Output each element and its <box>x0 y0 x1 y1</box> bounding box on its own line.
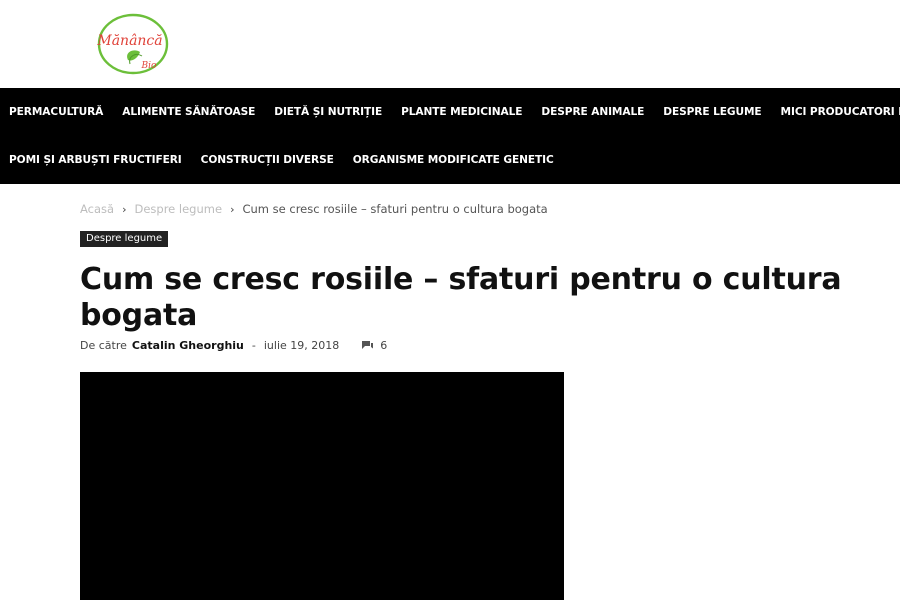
article-meta: De către Catalin Gheorghiu - iulie 19, 2… <box>80 339 387 352</box>
logo-icon: Mănâncă Bio <box>96 13 169 75</box>
category-tag[interactable]: Despre legume <box>80 231 169 247</box>
article-title: Cum se cresc rosiile – sfaturi pentru o … <box>80 262 842 333</box>
breadcrumb-current: Cum se cresc rosiile – sfaturi pentru o … <box>242 202 548 216</box>
main-navigation: PERMACULTURĂ ALIMENTE SĂNĂTOASE DIETĂ ȘI… <box>0 88 900 184</box>
author-label: De către <box>80 339 127 352</box>
nav-item-mici-producatori-bio[interactable]: MICI PRODUCATORI BIO <box>781 106 900 118</box>
nav-item-organisme-modificate[interactable]: ORGANISME MODIFICATE GENETIC <box>353 154 554 166</box>
nav-item-constructii-diverse[interactable]: CONSTRUCȚII DIVERSE <box>201 154 334 166</box>
breadcrumb-category-link[interactable]: Despre legume <box>134 202 222 216</box>
author-link[interactable]: Catalin Gheorghiu <box>132 339 244 352</box>
breadcrumb: Acasă › Despre legume › Cum se cresc ros… <box>80 202 548 216</box>
nav-item-despre-animale[interactable]: DESPRE ANIMALE <box>541 106 644 118</box>
breadcrumb-home-link[interactable]: Acasă <box>80 202 114 216</box>
nav-item-pomi-si-arbusti[interactable]: POMI ȘI ARBUȘTI FRUCTIFERI <box>9 154 182 166</box>
breadcrumb-separator: › <box>230 202 235 216</box>
nav-item-alimente-sanatoase[interactable]: ALIMENTE SĂNĂTOASE <box>122 106 255 118</box>
svg-text:Bio: Bio <box>141 61 157 71</box>
comment-bubble-icon <box>362 341 374 349</box>
nav-row-1: PERMACULTURĂ ALIMENTE SĂNĂTOASE DIETĂ ȘI… <box>0 88 900 136</box>
featured-video[interactable] <box>80 372 564 600</box>
site-header: Mănâncă Bio <box>0 0 900 88</box>
nav-row-2: POMI ȘI ARBUȘTI FRUCTIFERI CONSTRUCȚII D… <box>0 136 900 184</box>
nav-item-despre-legume[interactable]: DESPRE LEGUME <box>663 106 761 118</box>
nav-item-permacultura[interactable]: PERMACULTURĂ <box>9 106 103 118</box>
breadcrumb-separator: › <box>122 202 127 216</box>
publish-date: iulie 19, 2018 <box>263 339 340 352</box>
nav-item-dieta-si-nutritie[interactable]: DIETĂ ȘI NUTRIȚIE <box>274 106 382 118</box>
meta-separator: - <box>251 339 256 352</box>
site-logo[interactable]: Mănâncă Bio <box>94 12 172 76</box>
comments-link[interactable]: 6 <box>361 339 387 352</box>
comments-count: 6 <box>380 339 388 352</box>
svg-text:Mănâncă: Mănâncă <box>96 33 162 49</box>
nav-item-plante-medicinale[interactable]: PLANTE MEDICINALE <box>401 106 522 118</box>
